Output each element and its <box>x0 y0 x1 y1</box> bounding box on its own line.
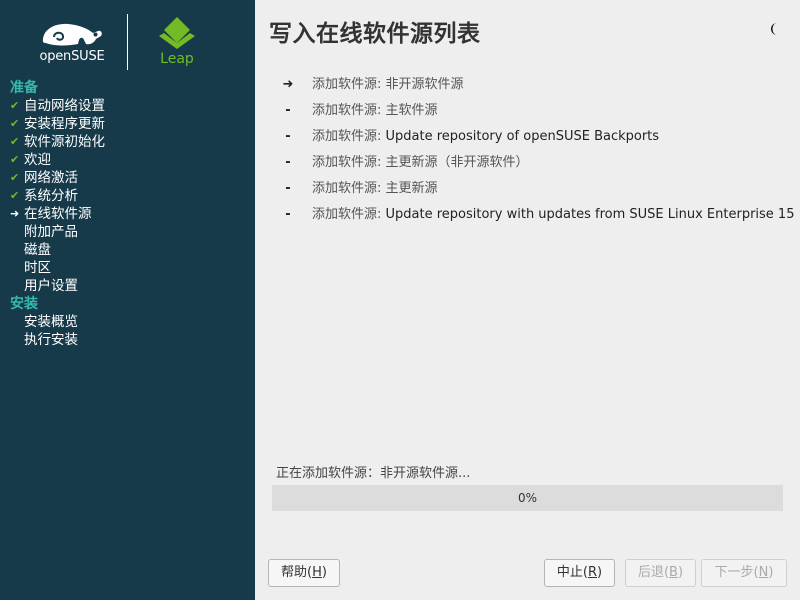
pending-bullet: - <box>285 129 291 144</box>
step-group-heading: 安装 <box>10 296 38 312</box>
step-label: 网络激活 <box>24 170 78 186</box>
chameleon-icon <box>42 23 102 46</box>
repository-prefix: 添加软件源: <box>312 103 386 118</box>
step-item: 磁盘 <box>0 241 255 259</box>
repository-row: ➜ 添加软件源: 非开源软件源 <box>278 72 788 98</box>
next-button[interactable]: 下一步(N) <box>701 559 787 587</box>
checkmark-icon: ✔ <box>10 153 20 166</box>
checkmark-icon: ✔ <box>10 117 20 130</box>
page-title: 写入在线软件源列表 <box>269 21 481 47</box>
step-item: 执行安装 <box>0 331 255 349</box>
repository-text: 添加软件源: 主更新源 <box>312 176 438 202</box>
step-item: ✔ 安装程序更新 <box>0 115 255 133</box>
repository-row: - 添加软件源: 主软件源 <box>278 98 788 124</box>
sidebar: openSUSE Leap 准备 ✔ 自动网络设置 ✔ 安装程序更新 ✔ 软件源初始化 ✔ 欢迎… <box>0 0 255 600</box>
repository-text: 添加软件源: Update repository with updates fr… <box>312 202 794 228</box>
repository-prefix: 添加软件源: <box>312 129 386 144</box>
pending-bullet: - <box>285 103 291 118</box>
repository-prefix: 添加软件源: <box>312 207 386 222</box>
step-label: 在线软件源 <box>24 206 92 222</box>
pending-bullet: - <box>285 155 291 170</box>
back-button[interactable]: 后退(B) <box>625 559 696 587</box>
step-label: 安装概览 <box>24 314 78 330</box>
repository-prefix: 添加软件源: <box>312 77 386 92</box>
progress-bar: 0% <box>272 485 783 511</box>
step-item: ➜ 在线软件源 <box>0 205 255 223</box>
repository-prefix: 添加软件源: <box>312 181 386 196</box>
repository-row: - 添加软件源: Update repository with updates f… <box>278 202 794 228</box>
status-text: 正在添加软件源：非开源软件源... <box>276 466 471 481</box>
logo-area: openSUSE Leap <box>0 0 255 78</box>
logo-divider <box>127 14 128 70</box>
leap-layers-icon <box>159 17 195 49</box>
step-item: 安装概览 <box>0 313 255 331</box>
checkmark-icon: ✔ <box>10 171 20 184</box>
repository-list: ➜ 添加软件源: 非开源软件源 - 添加软件源: 主软件源 - 添加软件源: Update… <box>278 72 795 228</box>
step-group-heading: 准备 <box>10 80 38 96</box>
step-label: 用户设置 <box>24 278 78 294</box>
step-item: ✔ 软件源初始化 <box>0 133 255 151</box>
step-label: 软件源初始化 <box>24 134 105 150</box>
repository-name: 主更新源（非开源软件） <box>385 155 529 170</box>
repository-name: 非开源软件源 <box>385 77 464 92</box>
repository-name: 主软件源 <box>385 103 438 118</box>
opensuse-logo: openSUSE <box>36 20 106 66</box>
arrow-right-icon: ➜ <box>10 207 20 220</box>
repository-name: Update repository with updates from SUSE… <box>385 207 795 222</box>
step-label: 执行安装 <box>24 332 78 348</box>
step-label: 安装程序更新 <box>24 116 105 132</box>
help-button[interactable]: 帮助(H) <box>268 559 340 587</box>
step-item: 用户设置 <box>0 277 255 295</box>
step-label: 时区 <box>24 260 51 276</box>
pending-bullet: - <box>285 181 291 196</box>
step-item: 附加产品 <box>0 223 255 241</box>
checkmark-icon: ✔ <box>10 189 20 202</box>
repository-text: 添加软件源: Update repository of openSUSE Bac… <box>312 124 659 150</box>
leap-logo: Leap <box>154 16 200 70</box>
repository-text: 添加软件源: 主更新源（非开源软件） <box>312 150 529 176</box>
step-label: 附加产品 <box>24 224 78 240</box>
abort-button[interactable]: 中止(R) <box>544 559 615 587</box>
repository-name: Update repository of openSUSE Backports <box>385 129 660 144</box>
checkmark-icon: ✔ <box>10 135 20 148</box>
step-label: 系统分析 <box>24 188 78 204</box>
repository-row: - 添加软件源: Update repository of openSUSE Ba… <box>278 124 788 150</box>
step-item: ✔ 自动网络设置 <box>0 97 255 115</box>
step-item: ✔ 系统分析 <box>0 187 255 205</box>
pending-bullet: - <box>285 207 291 222</box>
opensuse-wordmark: openSUSE <box>39 49 105 64</box>
step-label: 磁盘 <box>24 242 51 258</box>
installation-steps: 准备 ✔ 自动网络设置 ✔ 安装程序更新 ✔ 软件源初始化 ✔ 欢迎 ✔ 网络激活 ✔ 系统分析 ➜ 在线软… <box>0 79 255 349</box>
repository-row: - 添加软件源: 主更新源 <box>278 176 788 202</box>
main-panel: 写入在线软件源列表 ➜ 添加软件源: 非开源软件源 - 添加软件源: 主软件源 - 添加软… <box>255 0 800 600</box>
progress-label: 0% <box>517 491 538 505</box>
repository-name: 主更新源 <box>385 181 438 196</box>
step-item: ✔ 欢迎 <box>0 151 255 169</box>
repository-text: 添加软件源: 主软件源 <box>312 98 438 124</box>
moon-icon[interactable] <box>768 21 784 37</box>
repository-text: 添加软件源: 非开源软件源 <box>312 72 464 98</box>
checkmark-icon: ✔ <box>10 99 20 112</box>
leap-wordmark: Leap <box>160 51 194 67</box>
current-arrow-icon: ➜ <box>282 77 294 92</box>
step-item: ✔ 网络激活 <box>0 169 255 187</box>
step-item: 时区 <box>0 259 255 277</box>
step-label: 自动网络设置 <box>24 98 105 114</box>
step-label: 欢迎 <box>24 152 51 168</box>
repository-prefix: 添加软件源: <box>312 155 386 170</box>
repository-row: - 添加软件源: 主更新源（非开源软件） <box>278 150 788 176</box>
